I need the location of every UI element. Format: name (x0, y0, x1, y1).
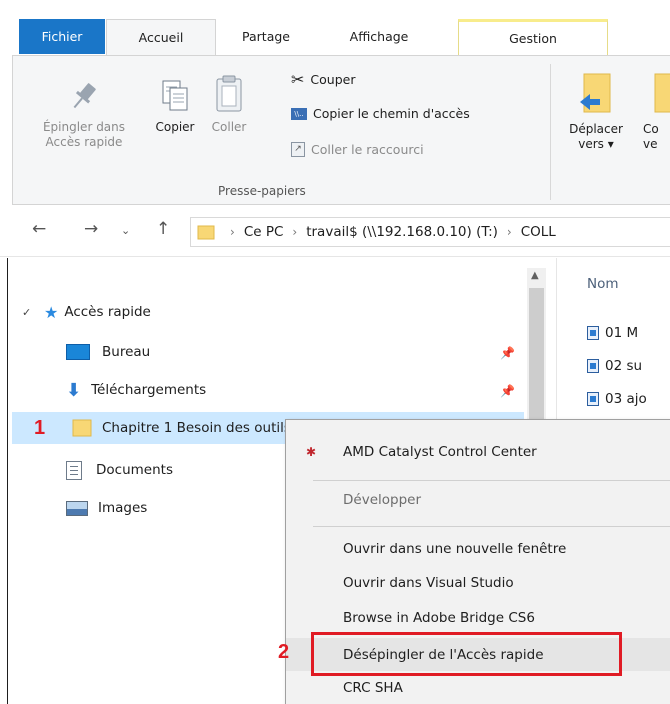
nav-downloads[interactable]: ⬇ Téléchargements (66, 375, 206, 405)
step-2-annotation: 2 (278, 641, 290, 663)
menu-item-adobe-bridge[interactable]: Browse in Adobe Bridge CS6 (286, 601, 670, 634)
paste-shortcut-label: Coller le raccourci (311, 142, 424, 157)
copy-to-label-line1: Co (643, 122, 659, 136)
ribbon: Épingler dans Accès rapide Copier Coller… (12, 55, 670, 205)
cut-label: Couper (310, 72, 356, 87)
copy-button[interactable]: Copier (149, 78, 201, 135)
chevron-down-icon: ✓ (22, 305, 32, 319)
menu-item-label: AMD Catalyst Control Center (343, 443, 537, 460)
nav-downloads-label: Téléchargements (91, 382, 207, 398)
copy-label: Copier (155, 120, 195, 134)
paste-shortcut-button[interactable]: ↗ Coller le raccourci (291, 142, 424, 157)
address-box[interactable]: › Ce PC › travail$ (\\192.168.0.10) (T:)… (190, 217, 670, 247)
ribbon-tabs: Fichier Accueil Partage Affichage Gestio… (0, 0, 670, 55)
address-bar-row: ← → ⌄ ↑ › Ce PC › travail$ (\\192.168.0.… (0, 205, 670, 257)
move-to-button[interactable]: Déplacer vers ▾ (563, 72, 629, 152)
download-arrow-icon: ⬇ (66, 379, 82, 401)
paste-label: Coller (211, 120, 247, 134)
file-name: 02 su (605, 358, 643, 374)
scroll-up-arrow-icon[interactable]: ▲ (531, 270, 539, 281)
menu-separator (313, 480, 670, 481)
breadcrumb-drive[interactable]: travail$ (\\192.168.0.10) (T:) (306, 224, 498, 240)
breadcrumb-separator-icon: › (230, 225, 235, 239)
file-row[interactable]: 01 M (587, 325, 638, 341)
nav-quick-access-label: Accès rapide (64, 304, 151, 320)
breadcrumb-separator-icon: › (506, 225, 512, 239)
document-icon (66, 460, 82, 480)
highlight-box (311, 632, 622, 676)
menu-item-open-new-window[interactable]: Ouvrir dans une nouvelle fenêtre (286, 532, 670, 565)
recent-chevron-down-icon[interactable]: ⌄ (121, 224, 130, 237)
folder-icon (72, 419, 92, 437)
menu-item-expand: Développer (286, 483, 670, 516)
pin-label-line1: Épingler dans (42, 120, 126, 134)
copy-path-label: Copier le chemin d'accès (313, 106, 470, 121)
menu-item-label: Ouvrir dans une nouvelle fenêtre (343, 540, 567, 557)
back-arrow-icon[interactable]: ← (32, 219, 46, 239)
video-file-icon (587, 359, 599, 373)
folder-icon (197, 225, 215, 240)
menu-item-label: Browse in Adobe Bridge CS6 (343, 609, 535, 626)
copy-to-icon (654, 73, 670, 113)
paste-shortcut-icon: ↗ (291, 142, 305, 157)
nav-quick-access[interactable]: ✓ ★ Accès rapide (22, 297, 151, 327)
pin-quick-access-button[interactable]: Épingler dans Accès rapide (21, 78, 147, 150)
nav-desktop[interactable]: Bureau (66, 337, 150, 367)
column-header-name[interactable]: Nom (587, 276, 619, 292)
amd-catalyst-icon: ✱ (306, 444, 317, 459)
video-file-icon (587, 392, 599, 406)
menu-item-amd-catalyst[interactable]: ✱ AMD Catalyst Control Center (286, 435, 670, 468)
paste-button[interactable]: Coller (203, 74, 255, 135)
pinned-icon: 📌 (500, 384, 515, 398)
tab-manage[interactable]: Gestion (458, 19, 608, 55)
menu-item-label: CRC SHA (343, 679, 403, 696)
copy-path-icon: \\.. (291, 107, 307, 120)
move-to-label-line2: vers ▾ (578, 137, 614, 151)
file-name: 01 M (605, 325, 639, 341)
tab-view[interactable]: Affichage (315, 19, 443, 55)
desktop-icon (66, 344, 90, 360)
breadcrumb-this-pc[interactable]: Ce PC (244, 224, 284, 240)
nav-images[interactable]: Images (66, 493, 147, 523)
menu-item-label: Ouvrir dans Visual Studio (343, 574, 514, 591)
copy-icon (162, 80, 188, 111)
file-row[interactable]: 03 ajo (587, 391, 647, 407)
video-file-icon (587, 326, 599, 340)
nav-images-label: Images (98, 500, 148, 516)
step-1-annotation: 1 (34, 416, 46, 439)
scissors-icon: ✂ (291, 70, 305, 89)
group-label-clipboard: Presse-papiers (218, 184, 306, 198)
nav-documents-label: Documents (96, 462, 173, 478)
pin-label-line2: Accès rapide (45, 135, 123, 149)
breadcrumb-folder[interactable]: COLL (521, 224, 556, 240)
nav-desktop-label: Bureau (102, 344, 151, 360)
tab-home[interactable]: Accueil (106, 19, 216, 55)
pinned-icon: 📌 (500, 346, 515, 360)
menu-item-open-visual-studio[interactable]: Ouvrir dans Visual Studio (286, 566, 670, 599)
star-icon: ★ (44, 302, 59, 322)
file-name: 03 ajo (605, 391, 647, 407)
group-separator (550, 64, 551, 200)
copy-path-button[interactable]: \\.. Copier le chemin d'accès (291, 106, 470, 121)
tab-share[interactable]: Partage (220, 19, 312, 55)
breadcrumb-separator-icon: › (292, 225, 298, 239)
file-row[interactable]: 02 su (587, 358, 642, 374)
copy-to-label-line2: ve (643, 137, 658, 151)
pin-icon (73, 83, 96, 109)
nav-documents[interactable]: Documents (66, 455, 173, 485)
forward-arrow-icon[interactable]: → (84, 219, 98, 239)
clipboard-icon (216, 75, 242, 112)
menu-item-label: Développer (343, 491, 422, 508)
move-to-icon (580, 73, 611, 113)
cut-button[interactable]: ✂ Couper (291, 70, 355, 89)
move-to-label-line1: Déplacer (569, 122, 623, 136)
picture-icon (66, 500, 88, 516)
copy-to-button[interactable]: Co ve (643, 72, 670, 152)
menu-separator (313, 526, 670, 527)
window-edge (7, 258, 8, 704)
tab-file[interactable]: Fichier (19, 19, 105, 54)
up-arrow-icon[interactable]: ↑ (156, 219, 170, 239)
